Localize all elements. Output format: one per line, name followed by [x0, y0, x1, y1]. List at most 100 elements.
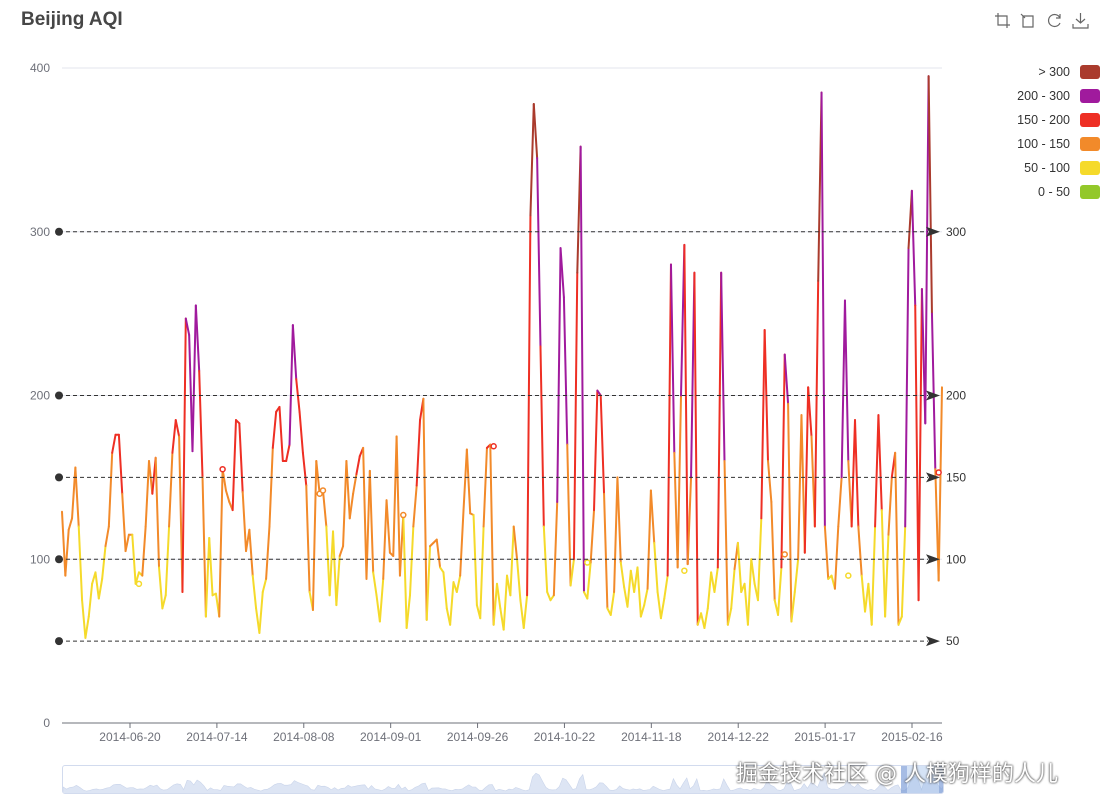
series-segment — [616, 476, 622, 564]
x-tick-label: 2014-09-01 — [360, 730, 422, 744]
series-segment — [546, 591, 552, 602]
series-segment — [532, 103, 539, 160]
series-segment — [813, 279, 820, 528]
legend-swatch — [1080, 185, 1100, 199]
series-segment — [285, 443, 291, 462]
data-point — [400, 511, 407, 519]
series-segment — [924, 75, 930, 425]
series-segment — [342, 460, 348, 548]
series-segment — [777, 566, 783, 616]
series-segment — [107, 451, 114, 528]
series-segment — [539, 345, 545, 528]
series-segment — [355, 455, 361, 476]
series-segment — [643, 587, 649, 607]
series-segment — [265, 525, 271, 580]
series-segment — [408, 525, 415, 597]
legend-label: 200 - 300 — [1017, 89, 1070, 103]
series-segment — [730, 568, 736, 610]
series-segment — [723, 460, 729, 626]
series-segment — [74, 466, 80, 528]
series-segment — [599, 394, 606, 495]
legend-item[interactable]: 200 - 300 — [990, 84, 1100, 108]
x-tick-label: 2014-11-18 — [621, 730, 682, 744]
series-segment — [67, 517, 74, 531]
mark-line-start — [55, 637, 63, 646]
series-segment — [797, 414, 803, 561]
series-segment — [716, 271, 723, 569]
series-segment — [843, 299, 850, 462]
series-segment — [268, 446, 274, 528]
series-segment — [101, 545, 107, 580]
series-segment — [248, 528, 254, 577]
legend-item[interactable]: > 300 — [990, 60, 1100, 84]
series-segment — [840, 299, 846, 479]
series-segment — [917, 288, 923, 602]
series-segment — [910, 189, 917, 307]
data-point — [681, 567, 688, 574]
data-point — [781, 551, 788, 558]
series-segment — [572, 271, 579, 561]
mark-line-label: 100 — [946, 552, 966, 566]
series-segment — [201, 476, 207, 618]
series-segment — [653, 541, 659, 593]
legend-item[interactable]: 150 - 200 — [990, 108, 1100, 132]
series-segment — [171, 419, 177, 454]
series-segment — [231, 419, 237, 512]
legend-item[interactable]: 0 - 50 — [990, 180, 1100, 204]
legend-item[interactable]: 100 - 150 — [990, 132, 1100, 156]
series-segment — [84, 615, 90, 639]
data-point — [319, 487, 327, 494]
x-tick-label: 2014-07-14 — [186, 730, 248, 744]
series-segment — [760, 329, 766, 520]
mark-line-arrow — [926, 636, 940, 647]
series-segment — [298, 410, 304, 454]
series-segment — [449, 581, 455, 626]
series-segment — [174, 419, 181, 438]
series-segment — [860, 574, 867, 613]
series-segment — [422, 397, 428, 621]
series-segment — [402, 514, 408, 630]
legend-label: > 300 — [1038, 65, 1070, 79]
x-tick-label: 2015-02-16 — [881, 730, 943, 744]
line-chart: 0 100 200 300 400 2014-06-20 2014-07-14 2014-08… — [30, 61, 966, 744]
series-segment — [241, 491, 248, 553]
series-segment — [556, 247, 562, 503]
series-segment — [305, 484, 311, 593]
series-segment — [489, 443, 495, 626]
series-segment — [154, 456, 161, 569]
series-segment — [646, 489, 652, 590]
series-segment — [900, 525, 907, 618]
series-segment — [823, 525, 830, 580]
series-segment — [683, 243, 689, 566]
mark-line-label: 300 — [946, 225, 966, 239]
series-segment — [566, 443, 572, 587]
series-segment — [425, 545, 432, 621]
series-segment — [619, 561, 626, 589]
series-segment — [194, 304, 201, 372]
series-segment — [224, 489, 231, 503]
series-segment — [884, 533, 890, 618]
series-segment — [77, 525, 84, 602]
series-segment — [666, 263, 672, 577]
legend-item[interactable]: 50 - 100 — [990, 156, 1100, 180]
series-segment — [338, 545, 345, 557]
series-segment — [395, 435, 401, 577]
x-tick-label: 2014-08-08 — [273, 730, 335, 744]
series-segment — [649, 489, 656, 544]
series-segment — [833, 525, 840, 590]
series-segment — [455, 574, 462, 593]
series-segment — [61, 510, 67, 577]
series-segment — [609, 591, 616, 616]
y-tick-label: 400 — [30, 61, 50, 75]
series-segment — [412, 484, 418, 528]
data-point — [584, 559, 591, 566]
series-segment — [767, 460, 773, 503]
series-segment — [321, 489, 328, 528]
legend-swatch — [1080, 161, 1100, 175]
series-segment — [894, 451, 900, 626]
series-segment — [204, 536, 211, 618]
series-segment — [526, 214, 532, 597]
series-segment — [516, 558, 522, 602]
series-segment — [713, 566, 719, 593]
series-segment — [482, 446, 488, 528]
